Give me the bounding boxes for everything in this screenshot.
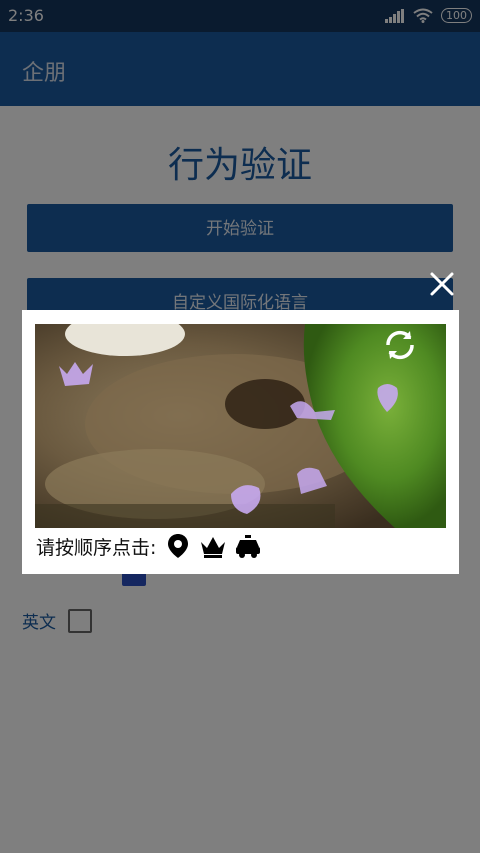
app-screen: 2:36 100 企朋 行为验证 开始验证 自定义国际化语言	[0, 0, 480, 853]
captcha-prompt: 请按顺序点击:	[36, 536, 157, 559]
captcha-dialog: 请按顺序点击:	[22, 310, 459, 574]
crown-icon	[201, 537, 226, 558]
captcha-prompt-row: 请按顺序点击:	[36, 532, 262, 560]
car-icon	[236, 535, 261, 558]
close-icon[interactable]	[428, 270, 456, 298]
location-pin-icon	[168, 534, 189, 558]
refresh-icon[interactable]	[380, 325, 420, 365]
